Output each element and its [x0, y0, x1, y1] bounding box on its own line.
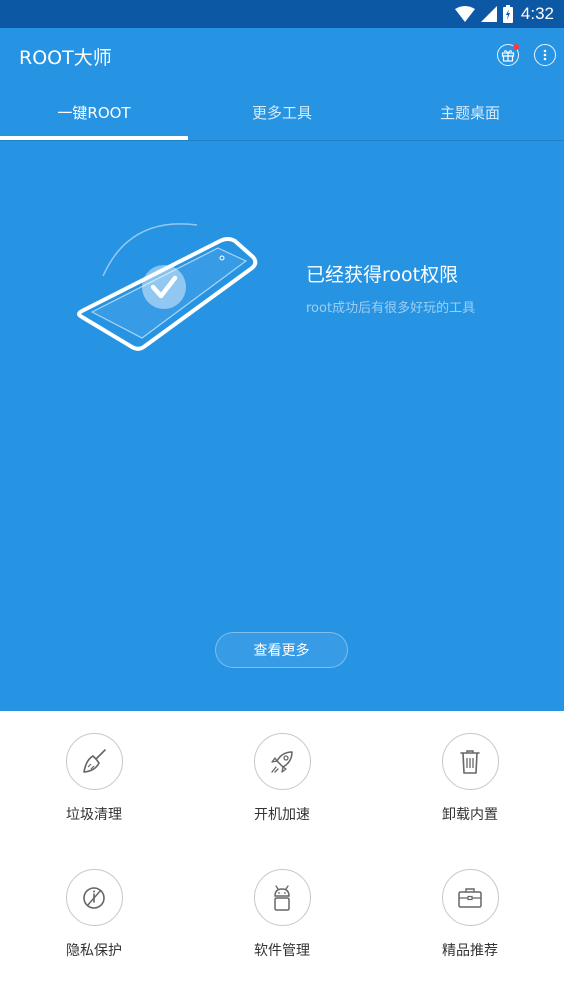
- briefcase-icon: [458, 887, 482, 908]
- tool-uninstall-builtin[interactable]: 卸载内置: [376, 733, 564, 824]
- notification-dot: [513, 44, 519, 50]
- tool-icon-circle: [65, 869, 123, 926]
- tool-junk-clean[interactable]: 垃圾清理: [0, 733, 188, 824]
- root-status-subtitle: root成功后有很多好玩的工具: [306, 301, 476, 316]
- tool-label: 软件管理: [254, 943, 310, 959]
- broom-icon: [83, 748, 106, 773]
- tool-icon-circle: [65, 733, 123, 790]
- signal-icon: [480, 6, 497, 22]
- tool-label: 开机加速: [254, 807, 310, 823]
- more-vertical-icon: [543, 49, 547, 61]
- root-status-title: 已经获得root权限: [306, 264, 459, 286]
- tool-label: 卸载内置: [442, 807, 498, 823]
- tool-software-manage[interactable]: 软件管理: [188, 869, 376, 960]
- view-more-button[interactable]: 查看更多: [215, 632, 348, 668]
- status-time: 4:32: [520, 4, 554, 23]
- battery-icon: [502, 5, 513, 23]
- tool-label: 垃圾清理: [66, 807, 122, 823]
- status-icons: 4:32: [454, 0, 554, 28]
- app-bar: ROOT大师: [0, 28, 564, 84]
- tool-icon-circle: [441, 733, 499, 790]
- tool-privacy-protect[interactable]: 隐私保护: [0, 869, 188, 960]
- wifi-icon: [454, 6, 475, 22]
- tab-more-tools[interactable]: 更多工具: [188, 84, 376, 140]
- tool-label: 精品推荐: [442, 943, 498, 959]
- gift-icon: [501, 50, 515, 62]
- tab-bar: 一键ROOT 更多工具 主题桌面: [0, 84, 564, 141]
- tab-one-click-root[interactable]: 一键ROOT: [0, 84, 188, 140]
- trash-icon: [460, 749, 480, 774]
- rocket-icon: [271, 750, 293, 773]
- overflow-menu-button[interactable]: [534, 44, 556, 66]
- tools-grid: 垃圾清理 开机加速 卸载内置 隐私保护 软件管理 精品推荐: [0, 711, 564, 1002]
- privacy-icon: [83, 886, 105, 909]
- tool-featured-picks[interactable]: 精品推荐: [376, 869, 564, 960]
- root-status-panel: 已经获得root权限 root成功后有很多好玩的工具 查看更多: [0, 141, 564, 711]
- tool-icon-circle: [253, 869, 311, 926]
- tab-theme-desktop[interactable]: 主题桌面: [376, 84, 564, 140]
- phone-check-illustration: [77, 223, 258, 351]
- tool-icon-circle: [253, 733, 311, 790]
- tab-indicator: [0, 136, 188, 140]
- tool-boot-speedup[interactable]: 开机加速: [188, 733, 376, 824]
- app-title: ROOT大师: [19, 47, 112, 69]
- android-icon: [274, 884, 290, 911]
- status-bar: 4:32: [0, 0, 564, 28]
- tool-label: 隐私保护: [66, 943, 122, 959]
- gift-button[interactable]: [497, 44, 519, 66]
- tool-icon-circle: [441, 869, 499, 926]
